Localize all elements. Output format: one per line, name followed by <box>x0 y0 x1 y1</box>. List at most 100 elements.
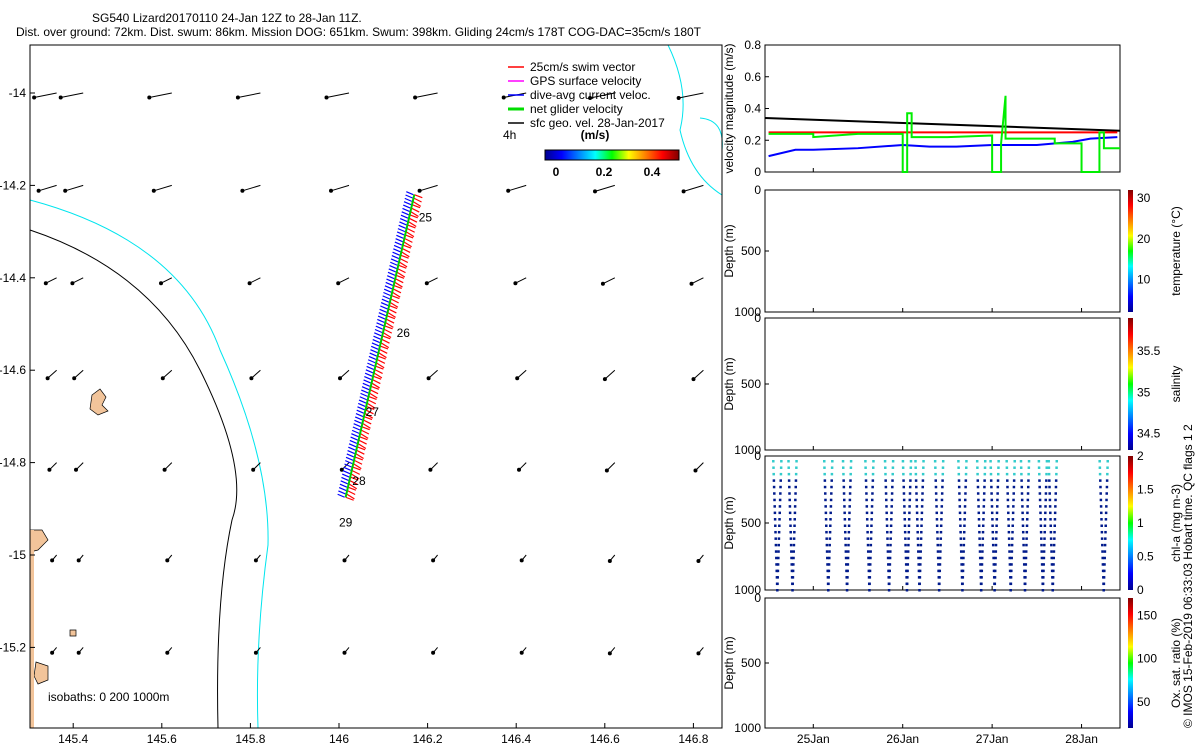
chla-sample <box>1027 472 1030 476</box>
chla-sample <box>1047 472 1051 476</box>
chla-sample <box>936 530 939 534</box>
y-tick-label: 0 <box>754 165 761 179</box>
chla-sample <box>993 576 997 579</box>
arrow-head <box>50 650 55 655</box>
chla-sample <box>1007 524 1010 527</box>
x-tick-label: 145.6 <box>147 732 177 746</box>
chla-sample <box>787 466 790 469</box>
chla-sample <box>980 569 984 573</box>
chla-sample <box>1048 498 1052 502</box>
x-tick-label: 26Jan <box>886 732 919 746</box>
chla-sample <box>941 485 944 489</box>
chla-sample <box>891 460 895 463</box>
chla-sample <box>981 530 985 534</box>
chla-sample <box>886 530 889 534</box>
chla-sample <box>773 505 776 508</box>
chla-sample <box>993 569 997 573</box>
chla-sample <box>793 530 796 534</box>
chla-sample <box>978 537 981 540</box>
chla-sample <box>1025 524 1029 527</box>
arrow-head <box>329 188 333 193</box>
chla-sample <box>886 543 889 547</box>
chla-sample <box>788 492 791 495</box>
chla-sample <box>901 460 905 463</box>
chla-sample <box>1041 589 1045 592</box>
chla-sample <box>844 543 847 547</box>
arrow-head <box>251 467 256 472</box>
island <box>33 661 49 685</box>
chla-sample <box>1052 550 1056 553</box>
chla-sample <box>1043 530 1046 534</box>
chla-sample <box>922 466 925 469</box>
chla-sample <box>916 518 919 521</box>
chla-sample <box>773 498 776 502</box>
chla-sample <box>982 498 986 502</box>
chla-sample <box>1005 466 1009 469</box>
chla-sample <box>940 505 944 508</box>
chla-sample <box>1052 543 1056 547</box>
colorbar-tick: 30 <box>1137 191 1151 205</box>
chla-sample <box>915 505 919 508</box>
chla-sample <box>936 537 939 540</box>
chla-sample <box>824 492 827 495</box>
chla-sample <box>1049 537 1053 540</box>
chla-sample <box>996 492 999 495</box>
chla-sample <box>916 530 919 534</box>
chla-sample <box>978 530 981 534</box>
chla-sample <box>941 479 944 482</box>
chla-sample <box>1020 472 1023 476</box>
chla-sample <box>864 466 867 469</box>
chla-sample <box>865 498 868 502</box>
chla-sample <box>869 537 873 540</box>
colorbar-tick: 100 <box>1137 652 1157 666</box>
chla-sample <box>865 518 869 521</box>
arrow-head <box>76 650 81 655</box>
chla-sample <box>1042 563 1045 566</box>
chla-sample <box>891 485 894 489</box>
chla-sample <box>827 576 830 579</box>
chla-sample <box>908 485 912 489</box>
chla-sample <box>773 518 777 521</box>
chla-sample <box>886 550 890 553</box>
chla-sample <box>933 460 937 463</box>
chla-sample <box>870 505 874 508</box>
chla-sample <box>914 479 918 482</box>
chla-sample <box>791 576 795 579</box>
chla-sample <box>1047 466 1051 469</box>
chla-sample <box>830 485 833 489</box>
chla-sample <box>828 530 832 534</box>
chla-sample <box>887 589 891 592</box>
chla-sample <box>1006 479 1009 482</box>
chla-sample <box>1039 530 1043 534</box>
chla-sample <box>1049 524 1052 527</box>
chla-sample <box>909 479 912 482</box>
chla-sample <box>842 485 846 489</box>
chla-sample <box>1103 569 1106 573</box>
chla-sample <box>964 472 968 476</box>
chla-sample <box>1103 556 1106 560</box>
y-tick-label: 0.8 <box>744 38 761 52</box>
chla-sample <box>1053 530 1056 534</box>
chla-sample <box>906 569 909 573</box>
chla-sample <box>870 524 873 527</box>
y-tick-label: 0.2 <box>744 133 761 147</box>
chla-sample <box>891 466 895 469</box>
chla-sample <box>869 550 872 553</box>
chla-sample <box>1048 479 1051 482</box>
chla-sample <box>962 550 965 553</box>
chla-sample <box>1019 460 1023 463</box>
chla-sample <box>866 543 870 547</box>
chla-sample <box>886 537 889 540</box>
chla-sample <box>976 479 980 482</box>
colorbar-tick: 0 <box>1137 583 1144 597</box>
chla-sample <box>885 505 888 508</box>
chla-sample <box>989 479 993 482</box>
chla-sample <box>792 543 796 547</box>
chla-sample <box>1019 466 1023 469</box>
chla-sample <box>991 537 995 540</box>
arrow-head <box>253 650 258 655</box>
colorbar-label: (m/s) <box>581 128 610 142</box>
copyright-label: © IMOS 15-Feb-2019 06:33:03 Hobart time.… <box>1181 424 1195 728</box>
chla-sample <box>1040 543 1043 547</box>
chla-sample <box>779 492 782 495</box>
